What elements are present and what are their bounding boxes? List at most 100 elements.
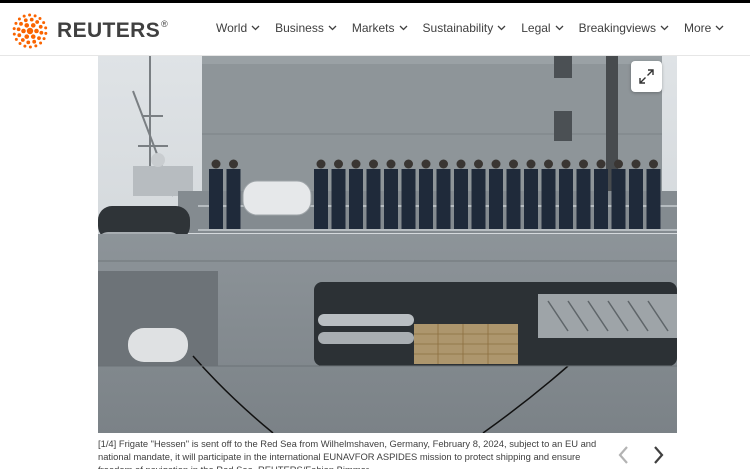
logo-dot bbox=[22, 14, 26, 18]
logo-dot bbox=[44, 26, 48, 30]
logo-dot bbox=[16, 27, 21, 32]
crew-head bbox=[509, 159, 518, 169]
logo-dot bbox=[42, 37, 46, 41]
chevron-down-icon bbox=[328, 25, 337, 31]
caption-text: Frigate "Hessen" is sent off to the Red … bbox=[98, 438, 597, 469]
reuters-logo-icon bbox=[12, 13, 48, 49]
expand-button[interactable] bbox=[631, 61, 662, 92]
nav-item-markets[interactable]: Markets bbox=[352, 21, 408, 35]
crew-body bbox=[471, 169, 486, 229]
chevron-right-icon[interactable] bbox=[648, 444, 668, 466]
crew-head bbox=[351, 159, 361, 169]
crew-head bbox=[544, 159, 553, 169]
nav-item-world[interactable]: World bbox=[216, 21, 260, 35]
chevron-down-icon bbox=[251, 25, 260, 31]
crew-body bbox=[629, 169, 643, 229]
crew-body bbox=[454, 169, 468, 229]
crew-body bbox=[436, 169, 451, 229]
nav-item-business[interactable]: Business bbox=[275, 21, 337, 35]
logo-dot bbox=[18, 42, 22, 46]
logo-dot bbox=[20, 38, 25, 42]
logo-dot bbox=[23, 44, 27, 48]
logo-dot bbox=[12, 32, 16, 36]
logo-dot bbox=[38, 24, 43, 29]
crew-head bbox=[439, 159, 448, 169]
logo-dot bbox=[24, 23, 30, 28]
logo-dot bbox=[42, 21, 46, 25]
logo-dot bbox=[26, 27, 34, 35]
crew-body bbox=[506, 169, 521, 229]
nav-item-sustainability[interactable]: Sustainability bbox=[423, 21, 507, 35]
crew-body bbox=[226, 169, 241, 229]
crew-head bbox=[404, 159, 413, 169]
crew-head bbox=[369, 159, 378, 169]
logo-dot bbox=[32, 39, 37, 44]
nav-item-label: Markets bbox=[351, 21, 395, 35]
logo-dot bbox=[14, 37, 18, 41]
nav-item-label: Breakingviews bbox=[578, 21, 656, 35]
nav-item-label: Sustainability bbox=[422, 21, 494, 35]
logo-dot bbox=[17, 33, 22, 38]
crew-head bbox=[631, 159, 641, 169]
logo-dot bbox=[34, 28, 39, 34]
logo-dot bbox=[30, 34, 36, 39]
logo-dot bbox=[37, 36, 41, 41]
crew-body bbox=[349, 169, 363, 229]
crew-head bbox=[316, 159, 326, 169]
logo-dot bbox=[35, 20, 40, 24]
crew-body bbox=[594, 169, 608, 229]
brand-name: REUTERS® bbox=[57, 19, 169, 42]
logo-dot bbox=[39, 41, 43, 45]
nav-item-breakingviews[interactable]: Breakingviews bbox=[579, 21, 669, 35]
crew-head bbox=[211, 159, 221, 169]
crew-body bbox=[559, 169, 573, 229]
nav-item-label: Business bbox=[275, 21, 324, 35]
chevron-down-icon bbox=[660, 25, 669, 31]
logo-dot bbox=[23, 18, 28, 23]
logo-dot bbox=[17, 17, 21, 21]
main-nav: World Business Markets Sustainability Le… bbox=[216, 21, 739, 35]
nav-item-label: World bbox=[216, 21, 248, 35]
crew-head bbox=[491, 159, 501, 169]
logo-dot bbox=[14, 21, 18, 25]
reuters-logo[interactable]: REUTERS® bbox=[11, 12, 168, 50]
crew-head bbox=[474, 159, 483, 169]
crew-body bbox=[541, 169, 556, 229]
logo-dot bbox=[33, 14, 37, 18]
chevron-left-icon[interactable] bbox=[614, 444, 634, 466]
nav-item-legal[interactable]: Legal bbox=[521, 21, 564, 35]
logo-dot bbox=[30, 23, 36, 28]
photo-caption: [1/4] Frigate "Hessen" is sent off to th… bbox=[98, 437, 598, 469]
logo-dot bbox=[19, 21, 23, 26]
crew-head bbox=[526, 159, 536, 169]
crew-head bbox=[421, 159, 431, 169]
crew-head bbox=[579, 159, 588, 169]
crew-body bbox=[331, 169, 346, 229]
photo-gallery[interactable] bbox=[98, 56, 677, 433]
crew-head bbox=[386, 159, 396, 169]
gallery-photo[interactable] bbox=[98, 56, 677, 433]
crew-head bbox=[334, 159, 343, 169]
logo-dot bbox=[29, 17, 34, 22]
crew-head bbox=[456, 159, 466, 169]
logo-dot bbox=[28, 13, 32, 17]
chevron-down-icon bbox=[715, 25, 724, 31]
chevron-down-icon bbox=[497, 25, 506, 31]
crew-head bbox=[596, 159, 606, 169]
crew-body bbox=[401, 169, 416, 229]
crew-body bbox=[314, 169, 328, 229]
crew-head bbox=[614, 159, 623, 169]
crew-head bbox=[649, 159, 658, 169]
nav-item-label: Legal bbox=[521, 21, 551, 35]
crew-body bbox=[489, 169, 503, 229]
crew-head bbox=[229, 159, 238, 169]
logo-dot bbox=[24, 34, 30, 39]
photo-counter: [1/4] bbox=[98, 438, 117, 449]
site-header: REUTERS® World Business Markets Sustaina… bbox=[0, 3, 750, 56]
nav-item-more[interactable]: More bbox=[684, 21, 724, 35]
crew-body bbox=[419, 169, 433, 229]
logo-dot bbox=[21, 28, 26, 34]
nav-item-label: More bbox=[683, 21, 712, 35]
expand-icon bbox=[639, 69, 654, 84]
logo-dot bbox=[34, 44, 38, 48]
